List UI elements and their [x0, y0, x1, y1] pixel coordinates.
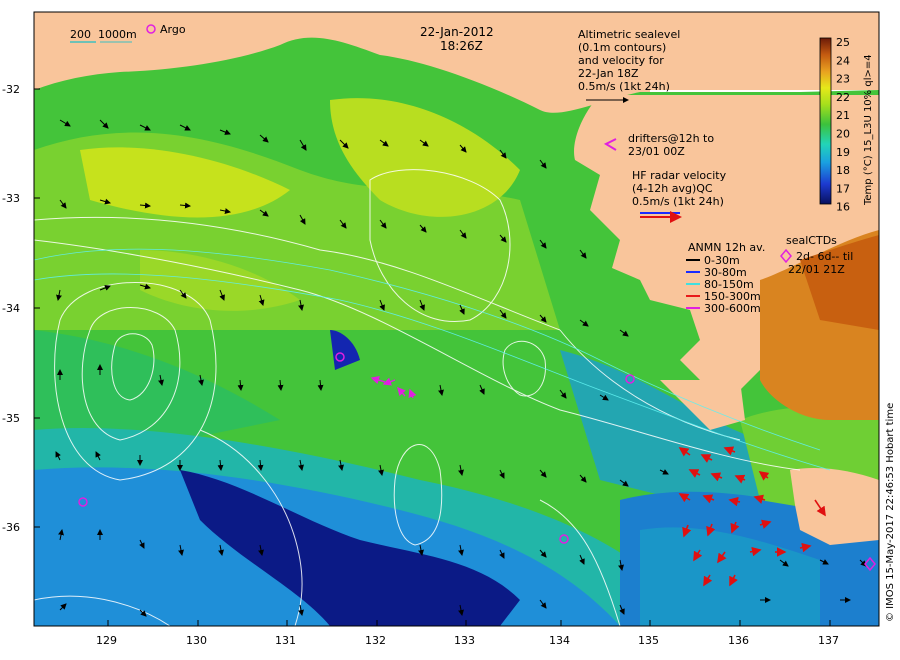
y-tick-label: -33	[2, 192, 20, 205]
colorbar-tick-label: 24	[836, 54, 850, 67]
anmn-title: ANMN 12h av.	[688, 241, 765, 254]
colorbar-gradient	[819, 37, 832, 205]
drifters-line-1: drifters@12h to	[628, 132, 714, 145]
altimetry-line-4: 22-Jan 18Z	[578, 67, 639, 80]
colorbar-tick-label: 21	[836, 109, 850, 122]
colorbar-title: Temp (°C) 15_L3U 10% ql>=4	[863, 54, 874, 206]
altimetry-line-3: and velocity for	[578, 54, 664, 67]
colorbar-tick-label: 25	[836, 36, 850, 49]
colorbar-tick-label: 19	[836, 146, 850, 159]
x-tick-label: 137	[818, 634, 839, 647]
sealctd-line-2: 2d- 6d-- til	[796, 250, 853, 263]
colorbar-tick-label: 22	[836, 91, 850, 104]
y-tick-label: -34	[2, 302, 20, 315]
hf-line-3: 0.5m/s (1kt 24h)	[632, 195, 724, 208]
altimetry-line-5: 0.5m/s (1kt 24h)	[578, 80, 670, 93]
x-tick-label: 133	[454, 634, 475, 647]
y-tick-label: -32	[2, 83, 20, 96]
drifters-line-2: 23/01 00Z	[628, 145, 685, 158]
x-tick-label: 131	[275, 634, 296, 647]
x-axis-labels: 129 130 131 132 133 134 135 136 137	[96, 634, 839, 647]
argo-label: Argo	[160, 23, 186, 36]
colorbar-tick-label: 18	[836, 164, 850, 177]
altimetry-line-1: Altimetric sealevel	[578, 28, 680, 41]
time-label: 18:26Z	[440, 39, 483, 53]
x-tick-label: 134	[549, 634, 570, 647]
sealctd-line-3: 22/01 21Z	[788, 263, 845, 276]
colorbar-tick-label: 16	[836, 201, 850, 214]
hf-line-1: HF radar velocity	[632, 169, 727, 182]
map-figure: -32 -33 -34 -35 -36 129 130 131 132 133 …	[2, 11, 896, 647]
isobath-200-label: 200	[70, 28, 91, 41]
credit-text: © IMOS 15-May-2017 22:46:53 Hobart time	[885, 403, 896, 622]
isobath-legend: 200 1000m	[70, 28, 137, 43]
x-tick-label: 136	[728, 634, 749, 647]
y-tick-label: -36	[2, 521, 20, 534]
x-tick-label: 132	[365, 634, 386, 647]
hf-line-2: (4-12h avg)QC	[632, 182, 713, 195]
map-area	[34, 12, 879, 626]
anmn-label-4: 300-600m	[704, 302, 761, 315]
altimetry-line-2: (0.1m contours)	[578, 41, 666, 54]
y-tick-label: -35	[2, 412, 20, 425]
x-tick-label: 129	[96, 634, 117, 647]
isobath-1000-label: 1000m	[98, 28, 137, 41]
colorbar-tick-label: 23	[836, 73, 850, 86]
x-tick-label: 130	[186, 634, 207, 647]
colorbar-tick-label: 17	[836, 182, 850, 195]
sealctd-line-1: sealCTDs	[786, 234, 837, 247]
y-axis-labels: -32 -33 -34 -35 -36	[2, 83, 20, 534]
colorbar-tick-label: 20	[836, 128, 850, 141]
date-label: 22-Jan-2012	[420, 25, 494, 39]
x-tick-label: 135	[638, 634, 659, 647]
